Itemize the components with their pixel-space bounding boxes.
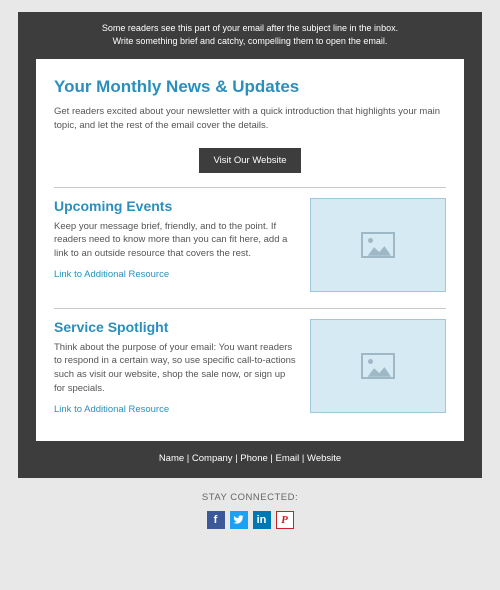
facebook-icon[interactable]: f (207, 511, 225, 529)
additional-resource-link[interactable]: Link to Additional Resource (54, 404, 169, 415)
twitter-icon[interactable] (230, 511, 248, 529)
section-title: Service Spotlight (54, 319, 296, 335)
linkedin-icon[interactable]: in (253, 511, 271, 529)
section-body: Think about the purpose of your email: Y… (54, 341, 296, 396)
section-title: Upcoming Events (54, 198, 296, 214)
stay-connected-label: STAY CONNECTED: (18, 492, 482, 503)
section-upcoming-events: Upcoming Events Keep your message brief,… (54, 198, 446, 292)
cta-wrap: Visit Our Website (54, 148, 446, 173)
footer-contact: Name | Company | Phone | Email | Website (18, 441, 482, 478)
preheader: Some readers see this part of your email… (18, 12, 482, 59)
section-service-spotlight: Service Spotlight Think about the purpos… (54, 319, 446, 415)
image-placeholder (310, 198, 446, 292)
section-text: Service Spotlight Think about the purpos… (54, 319, 296, 415)
email-container: Some readers see this part of your email… (18, 12, 482, 478)
visit-website-button[interactable]: Visit Our Website (199, 148, 300, 173)
divider (54, 187, 446, 188)
pinterest-icon[interactable]: P (276, 511, 294, 529)
preheader-line1: Some readers see this part of your email… (48, 22, 452, 35)
stay-connected: STAY CONNECTED: f in P (18, 492, 482, 529)
section-body: Keep your message brief, friendly, and t… (54, 220, 296, 261)
social-row: f in P (18, 511, 482, 529)
section-text: Upcoming Events Keep your message brief,… (54, 198, 296, 280)
intro-text: Get readers excited about your newslette… (54, 105, 446, 134)
image-placeholder (310, 319, 446, 413)
additional-resource-link[interactable]: Link to Additional Resource (54, 269, 169, 280)
preheader-line2: Write something brief and catchy, compel… (48, 35, 452, 48)
image-icon (361, 353, 395, 379)
image-icon (361, 232, 395, 258)
headline: Your Monthly News & Updates (54, 77, 446, 97)
divider (54, 308, 446, 309)
content-box: Your Monthly News & Updates Get readers … (36, 59, 464, 441)
